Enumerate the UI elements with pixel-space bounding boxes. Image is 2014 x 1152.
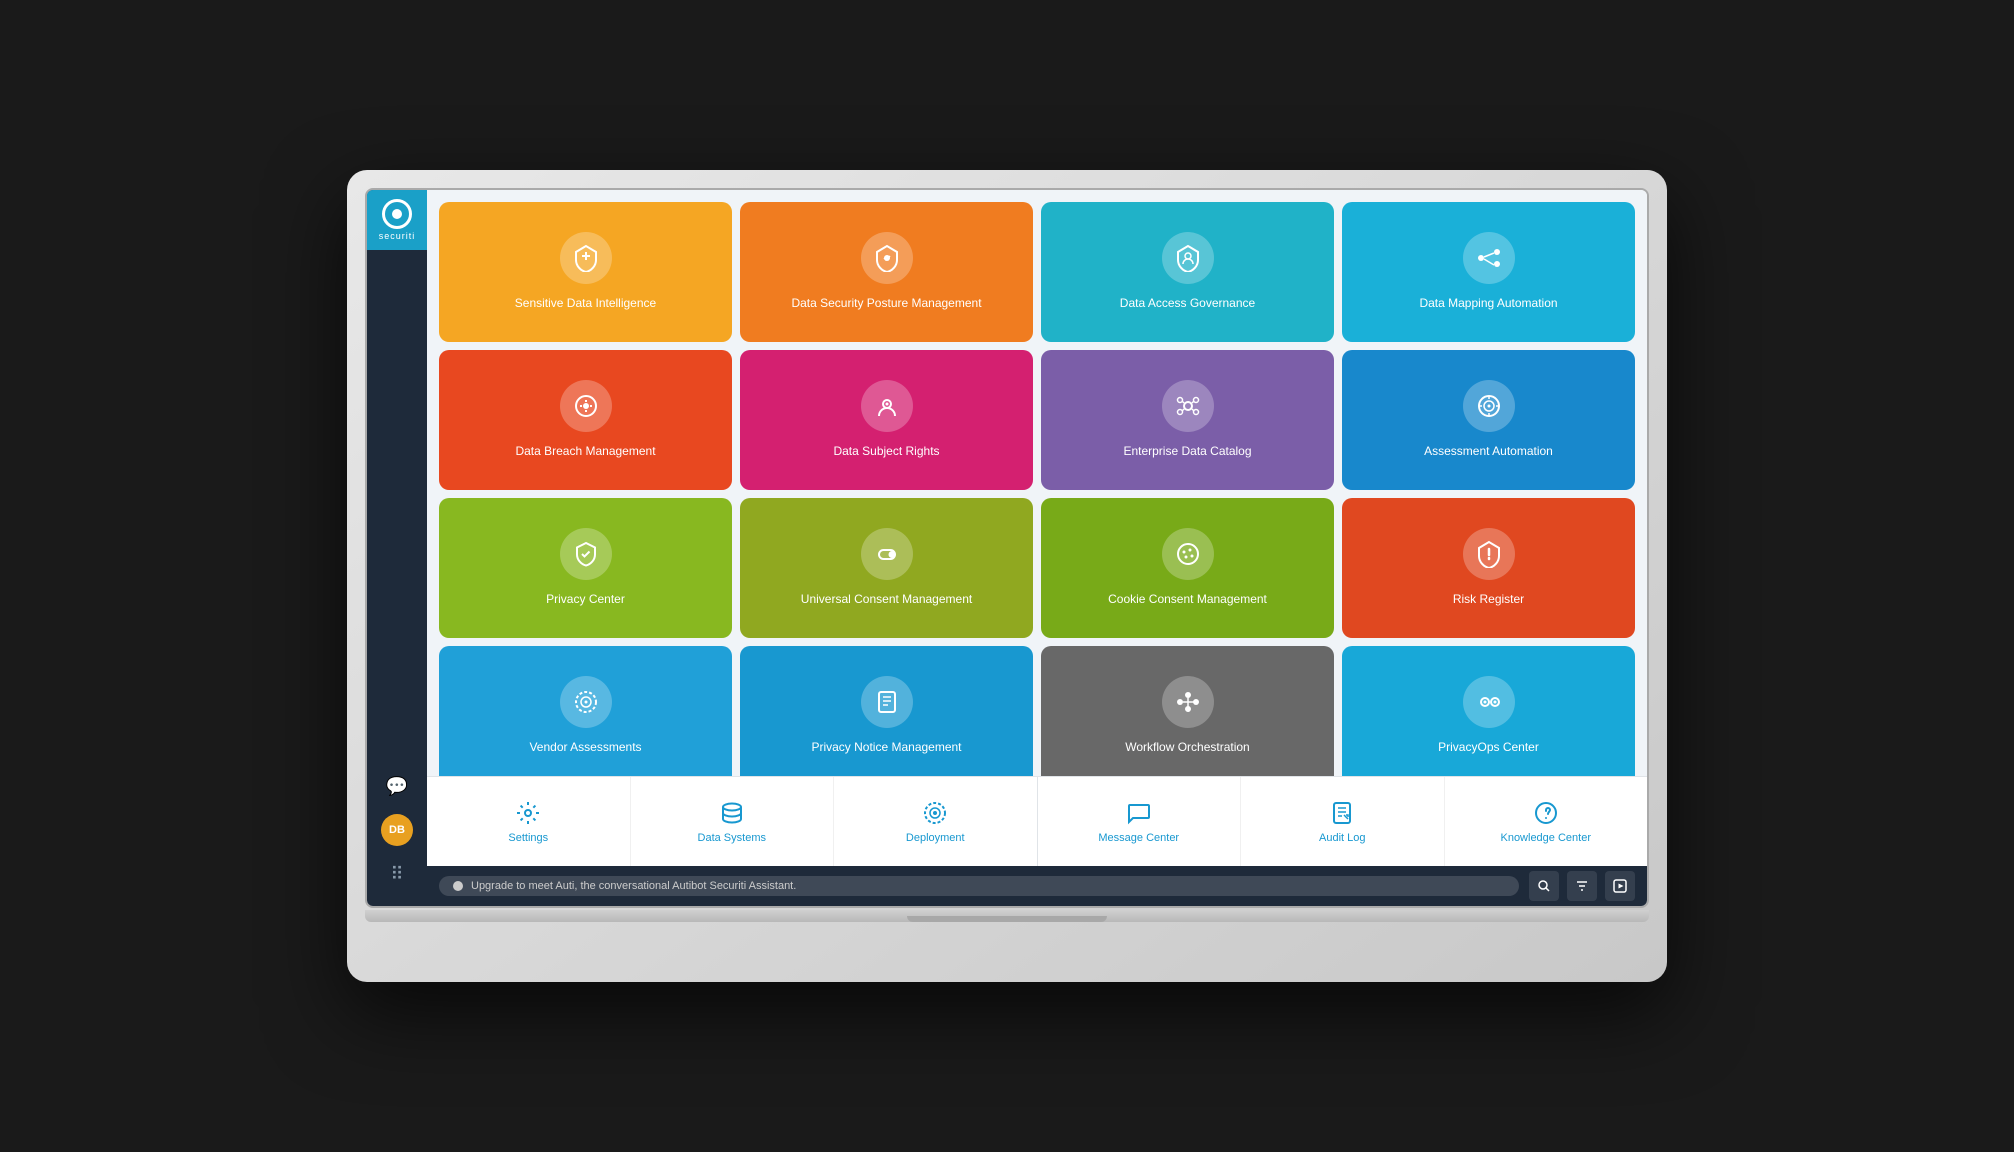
tile-enterprise-catalog[interactable]: Enterprise Data Catalog: [1041, 350, 1334, 490]
settings-nav-label: Settings: [508, 832, 548, 844]
privacy-center-label: Privacy Center: [546, 592, 625, 608]
deployment-nav-label: Deployment: [906, 832, 965, 844]
cookie-consent-icon: [1162, 528, 1214, 580]
status-actions: [1529, 871, 1635, 901]
settings-nav-item[interactable]: Settings: [427, 777, 631, 866]
data-subject-label: Data Subject Rights: [833, 444, 939, 460]
main-content: Sensitive Data Intelligence Data Securit…: [427, 190, 1647, 906]
play-action-btn[interactable]: [1605, 871, 1635, 901]
apps-icon[interactable]: ⠿: [381, 858, 413, 890]
bottom-nav: Settings Data Systems: [427, 776, 1647, 866]
tile-workflow[interactable]: Workflow Orchestration: [1041, 646, 1334, 776]
logo-icon: [382, 199, 412, 229]
logo[interactable]: securiti: [367, 190, 427, 250]
tile-assessment[interactable]: Assessment Automation: [1342, 350, 1635, 490]
grid-row-2: Data Breach Management Data Subject Righ…: [439, 350, 1635, 490]
grid-row-4: Vendor Assessments Privacy Notice Manage…: [439, 646, 1635, 776]
privacy-notice-label: Privacy Notice Management: [811, 740, 961, 756]
enterprise-catalog-icon: [1162, 380, 1214, 432]
avatar-icon[interactable]: DB: [381, 814, 413, 846]
chat-icon[interactable]: 💬: [381, 770, 413, 802]
sidebar-bottom: 💬 DB ⠿: [381, 770, 413, 906]
laptop-base: [365, 910, 1649, 922]
message-center-icon: [1126, 800, 1152, 826]
data-mapping-label: Data Mapping Automation: [1419, 296, 1557, 312]
audit-log-nav-item[interactable]: Audit Log: [1241, 777, 1445, 866]
data-subject-icon: [861, 380, 913, 432]
tile-risk-register[interactable]: Risk Register: [1342, 498, 1635, 638]
privacy-center-icon: [560, 528, 612, 580]
sidebar: securiti 💬 DB ⠿: [367, 190, 427, 906]
logo-text: securiti: [379, 231, 416, 241]
data-mapping-icon: [1463, 232, 1515, 284]
privacyops-label: PrivacyOps Center: [1438, 740, 1539, 756]
data-breach-icon: [560, 380, 612, 432]
data-access-label: Data Access Governance: [1120, 296, 1255, 312]
universal-consent-label: Universal Consent Management: [801, 592, 972, 608]
risk-register-icon: [1463, 528, 1515, 580]
tile-privacy-center[interactable]: Privacy Center: [439, 498, 732, 638]
data-security-icon: [861, 232, 913, 284]
data-systems-icon: [719, 800, 745, 826]
risk-register-label: Risk Register: [1453, 592, 1524, 608]
status-dot: [453, 881, 463, 891]
tile-data-access[interactable]: Data Access Governance: [1041, 202, 1334, 342]
knowledge-center-nav-item[interactable]: Knowledge Center: [1445, 777, 1648, 866]
sensitive-data-label: Sensitive Data Intelligence: [515, 296, 656, 312]
status-text: Upgrade to meet Auti, the conversational…: [471, 880, 796, 892]
audit-log-icon: [1329, 800, 1355, 826]
privacy-notice-icon: [861, 676, 913, 728]
tile-privacyops[interactable]: PrivacyOps Center: [1342, 646, 1635, 776]
workflow-icon: [1162, 676, 1214, 728]
privacyops-icon: [1463, 676, 1515, 728]
assessment-icon: [1463, 380, 1515, 432]
workflow-label: Workflow Orchestration: [1125, 740, 1249, 756]
data-security-label: Data Security Posture Management: [791, 296, 981, 312]
assessment-label: Assessment Automation: [1424, 444, 1553, 460]
message-center-nav-label: Message Center: [1098, 832, 1179, 844]
bottom-nav-left: Settings Data Systems: [427, 777, 1037, 866]
filter-action-btn[interactable]: [1567, 871, 1597, 901]
tile-sensitive-data[interactable]: Sensitive Data Intelligence: [439, 202, 732, 342]
data-systems-nav-label: Data Systems: [698, 832, 766, 844]
data-access-icon: [1162, 232, 1214, 284]
tile-cookie-consent[interactable]: Cookie Consent Management: [1041, 498, 1334, 638]
cookie-consent-label: Cookie Consent Management: [1108, 592, 1267, 608]
data-breach-label: Data Breach Management: [515, 444, 655, 460]
tile-data-breach[interactable]: Data Breach Management: [439, 350, 732, 490]
status-bar: Upgrade to meet Auti, the conversational…: [427, 866, 1647, 906]
tile-universal-consent[interactable]: Universal Consent Management: [740, 498, 1033, 638]
tile-data-subject[interactable]: Data Subject Rights: [740, 350, 1033, 490]
bottom-nav-right: Message Center Audit Log: [1038, 777, 1648, 866]
knowledge-center-nav-label: Knowledge Center: [1500, 832, 1591, 844]
audit-log-nav-label: Audit Log: [1319, 832, 1365, 844]
vendor-assessments-label: Vendor Assessments: [529, 740, 641, 756]
deployment-icon: [922, 800, 948, 826]
enterprise-catalog-label: Enterprise Data Catalog: [1123, 444, 1251, 460]
grid-area: Sensitive Data Intelligence Data Securit…: [427, 190, 1647, 776]
tile-data-mapping[interactable]: Data Mapping Automation: [1342, 202, 1635, 342]
vendor-assessments-icon: [560, 676, 612, 728]
tile-data-security[interactable]: Data Security Posture Management: [740, 202, 1033, 342]
search-action-btn[interactable]: [1529, 871, 1559, 901]
knowledge-center-icon: [1533, 800, 1559, 826]
tile-privacy-notice[interactable]: Privacy Notice Management: [740, 646, 1033, 776]
message-center-nav-item[interactable]: Message Center: [1038, 777, 1242, 866]
grid-row-3: Privacy Center Universal Consent Managem…: [439, 498, 1635, 638]
settings-icon: [515, 800, 541, 826]
universal-consent-icon: [861, 528, 913, 580]
data-systems-nav-item[interactable]: Data Systems: [631, 777, 835, 866]
grid-row-1: Sensitive Data Intelligence Data Securit…: [439, 202, 1635, 342]
deployment-nav-item[interactable]: Deployment: [834, 777, 1037, 866]
sensitive-data-icon: [560, 232, 612, 284]
status-message-bubble: Upgrade to meet Auti, the conversational…: [439, 876, 1519, 896]
tile-vendor-assessments[interactable]: Vendor Assessments: [439, 646, 732, 776]
